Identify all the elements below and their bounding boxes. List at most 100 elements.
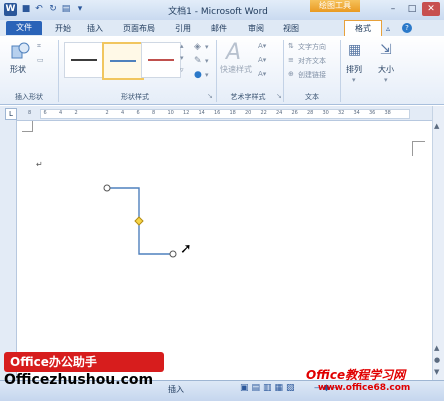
- close-button[interactable]: ✕: [422, 2, 440, 16]
- scroll-up-icon[interactable]: ▴: [180, 42, 184, 50]
- shape-style-1[interactable]: [64, 42, 104, 78]
- arrange-icon[interactable]: ▦: [348, 42, 361, 58]
- ruler-tick-label: 4: [59, 110, 63, 116]
- arrange-button-label[interactable]: 排列: [346, 64, 362, 75]
- ruler-tick-label: 18: [229, 110, 236, 116]
- quick-styles-label[interactable]: 快速样式: [220, 64, 252, 75]
- tab-view[interactable]: 视图: [278, 22, 304, 35]
- outline-dropdown-icon[interactable]: ▾: [205, 57, 209, 65]
- contextual-tab-header: 绘图工具: [310, 0, 360, 12]
- insert-mode-indicator[interactable]: 插入: [168, 384, 184, 395]
- scroll-down-icon[interactable]: ▾: [180, 54, 184, 62]
- next-page-icon[interactable]: ▼: [434, 368, 439, 376]
- text-direction-button[interactable]: 文字方向: [298, 42, 326, 52]
- view-buttons-icon[interactable]: ▣▤▥▦▧: [240, 383, 298, 393]
- ruler-tick-label: 12: [183, 110, 190, 116]
- tab-insert[interactable]: 插入: [82, 22, 108, 35]
- ruler-tick-label: 22: [260, 110, 267, 116]
- ruler-tick-label: 36: [369, 110, 376, 116]
- customize-dropdown-icon[interactable]: ▾: [74, 3, 86, 15]
- create-link-button[interactable]: 创建链接: [298, 70, 326, 80]
- select-browse-object-icon[interactable]: ●: [434, 356, 440, 364]
- size-button-label[interactable]: 大小: [378, 64, 394, 75]
- size-icon[interactable]: ⇲: [380, 42, 392, 58]
- watermark-url: www.office68.com: [318, 383, 411, 393]
- text-outline-icon[interactable]: A▾: [258, 56, 266, 64]
- more-styles-icon[interactable]: ▿: [180, 66, 184, 74]
- ruler-tick-label: 10: [167, 110, 174, 116]
- arrange-dropdown-icon[interactable]: ▾: [352, 76, 356, 84]
- ruler-tick-label: 16: [214, 110, 221, 116]
- wordart-launcher-icon[interactable]: ↘: [276, 92, 282, 100]
- tab-file[interactable]: 文件: [6, 21, 42, 35]
- tab-mailings[interactable]: 邮件: [206, 22, 232, 35]
- align-text-icon: ≡: [288, 56, 294, 64]
- create-link-icon: ⊕: [288, 70, 294, 78]
- shape-outline-icon[interactable]: ✎: [194, 56, 202, 66]
- wordart-styles-group-label: 艺术字样式: [230, 93, 266, 101]
- window-title: 文档1 - Microsoft Word: [168, 7, 268, 17]
- style-line-red: [148, 59, 174, 61]
- wordart-quick-styles-icon[interactable]: A: [226, 40, 241, 65]
- scroll-up-arrow-icon[interactable]: ▲: [434, 122, 439, 130]
- mouse-cursor-icon: ➚: [180, 241, 192, 257]
- fill-dropdown-icon[interactable]: ▾: [205, 43, 209, 51]
- group-separator: [216, 40, 217, 102]
- help-icon[interactable]: ?: [402, 23, 412, 33]
- watermark-site-2: Office教程学习网: [306, 368, 406, 382]
- effects-dropdown-icon[interactable]: ▾: [205, 71, 209, 79]
- size-dropdown-icon[interactable]: ▾: [384, 76, 388, 84]
- minimize-ribbon-icon[interactable]: ▵: [386, 24, 390, 33]
- style-line-dark: [71, 59, 97, 61]
- ruler-tick-label: 14: [198, 110, 205, 116]
- save-icon[interactable]: ■: [20, 3, 32, 15]
- shapes-button-label[interactable]: 形状: [10, 64, 26, 75]
- ruler-tick-label: 20: [245, 110, 252, 116]
- ruler-tick-label: 6: [136, 110, 140, 116]
- margin-corner-top-right: [412, 141, 425, 156]
- document-page[interactable]: [17, 121, 432, 380]
- ruler-tick-label: 30: [322, 110, 329, 116]
- word-app-icon[interactable]: W: [4, 3, 17, 16]
- text-box-icon[interactable]: ▭: [37, 56, 44, 64]
- tab-references[interactable]: 引用: [170, 22, 196, 35]
- paragraph-mark-icon: ↵: [36, 160, 43, 169]
- group-separator: [283, 40, 284, 102]
- vertical-scrollbar[interactable]: [432, 106, 444, 380]
- shape-effects-icon[interactable]: ●: [194, 70, 202, 80]
- shapes-icon[interactable]: [10, 42, 30, 60]
- ruler-tick-label: 2: [105, 110, 109, 116]
- group-separator: [340, 40, 341, 102]
- tab-format[interactable]: 格式: [344, 20, 382, 37]
- tab-page-layout[interactable]: 页面布局: [118, 22, 160, 35]
- align-text-button[interactable]: 对齐文本: [298, 56, 326, 66]
- shape-style-2[interactable]: [102, 42, 144, 80]
- text-fill-icon[interactable]: A▾: [258, 42, 266, 50]
- tab-review[interactable]: 审阅: [243, 22, 269, 35]
- style-line-blue: [110, 60, 136, 62]
- minimize-button[interactable]: –: [384, 2, 402, 16]
- open-icon[interactable]: ▤: [60, 3, 72, 15]
- watermark-badge: Office办公助手: [4, 352, 164, 372]
- undo-icon[interactable]: ↶: [33, 3, 45, 15]
- ruler-tick-label: 32: [338, 110, 345, 116]
- vertical-ruler[interactable]: [0, 120, 17, 380]
- maximize-button[interactable]: □: [403, 2, 421, 16]
- shape-style-3[interactable]: [141, 42, 181, 78]
- previous-page-icon[interactable]: ▲: [434, 344, 439, 352]
- edit-shape-icon[interactable]: ⌗: [37, 42, 41, 51]
- tab-stop-selector-icon[interactable]: L: [5, 108, 17, 120]
- shape-styles-launcher-icon[interactable]: ↘: [207, 92, 213, 100]
- ruler-tick-label: 8: [152, 110, 156, 116]
- text-direction-icon: ⇅: [288, 42, 294, 50]
- margin-corner-top-left: [22, 121, 33, 132]
- ruler-tick-label: 2: [74, 110, 78, 116]
- watermark-site: Officezhushou.com: [4, 372, 154, 388]
- redo-icon[interactable]: ↻: [47, 3, 59, 15]
- group-separator: [58, 40, 59, 102]
- shape-fill-icon[interactable]: ◈: [194, 42, 201, 52]
- ruler-tick-label: 8: [28, 110, 32, 116]
- tab-home[interactable]: 开始: [50, 22, 76, 35]
- shape-styles-group-label: 形状样式: [121, 93, 149, 101]
- text-effects-icon[interactable]: A▾: [258, 70, 266, 78]
